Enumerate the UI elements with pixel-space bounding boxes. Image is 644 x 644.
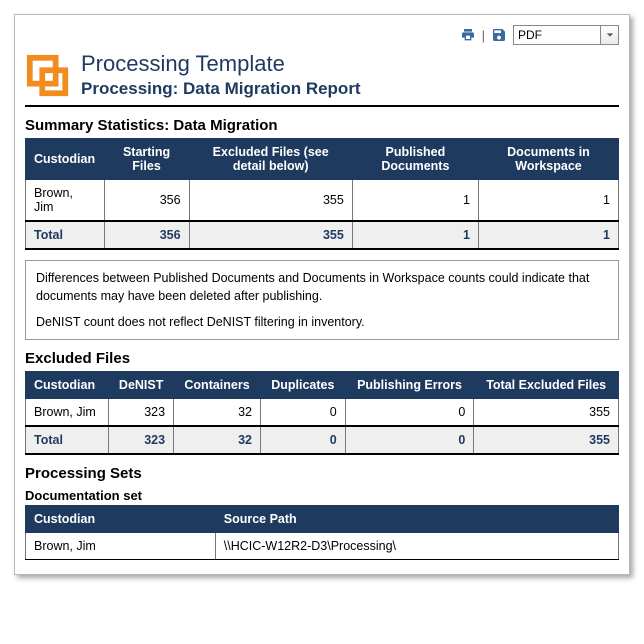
note-text: Differences between Published Documents … [36,269,608,305]
excluded-title: Excluded Files [25,350,619,367]
cell-total: 323 [109,426,174,454]
cell-published: 1 [352,180,478,222]
export-format-value[interactable] [513,25,601,45]
cell-total: 1 [352,221,478,249]
cell-custodian: Brown, Jim [26,533,216,560]
page-title: Processing Template [81,51,361,77]
table-total-row: Total 356 355 1 1 [26,221,619,249]
note-text: DeNIST count does not reflect DeNIST fil… [36,313,608,331]
cell-custodian: Brown, Jim [26,399,109,427]
cell-total: 355 [474,426,619,454]
cell-workspace: 1 [478,180,618,222]
print-icon[interactable] [460,27,476,43]
cell-starting: 356 [104,180,189,222]
export-format-select[interactable] [513,25,619,45]
excluded-table: Custodian DeNIST Containers Duplicates P… [25,371,619,455]
cell: 0 [345,399,474,427]
cell: 0 [260,399,345,427]
toolbar-separator: | [482,28,485,43]
table-row: Brown, Jim \\HCIC-W12R2-D3\Processing\ [26,533,619,560]
col-workspace: Documents in Workspace [478,139,618,180]
report-document: { "toolbar": { "export_format": "PDF" },… [14,14,630,575]
table-row: Brown, Jim 356 355 1 1 [26,180,619,222]
sets-table: Custodian Source Path Brown, Jim \\HCIC-… [25,505,619,560]
col-denist: DeNIST [109,372,174,399]
cell-total: 356 [104,221,189,249]
chevron-down-icon[interactable] [601,25,619,45]
sets-title: Processing Sets [25,465,619,482]
cell: 355 [474,399,619,427]
cell-total: 32 [174,426,261,454]
col-custodian: Custodian [26,372,109,399]
table-row: Brown, Jim 323 32 0 0 355 [26,399,619,427]
set-name: Documentation set [25,488,619,503]
col-custodian: Custodian [26,506,216,533]
col-total-excluded: Total Excluded Files [474,372,619,399]
cell-source-path: \\HCIC-W12R2-D3\Processing\ [215,533,618,560]
summary-table: Custodian Starting Files Excluded Files … [25,138,619,250]
summary-title: Summary Statistics: Data Migration [25,117,619,134]
table-total-row: Total 323 32 0 0 355 [26,426,619,454]
cell-total-label: Total [26,221,105,249]
col-custodian: Custodian [26,139,105,180]
toolbar: | [25,23,619,51]
cell-total: 0 [260,426,345,454]
col-source-path: Source Path [215,506,618,533]
cell: 323 [109,399,174,427]
col-published: Published Documents [352,139,478,180]
cell: 32 [174,399,261,427]
cell-total: 0 [345,426,474,454]
cell-excluded: 355 [189,180,352,222]
note-box: Differences between Published Documents … [25,260,619,340]
cell-custodian: Brown, Jim [26,180,105,222]
logo-icon [25,51,71,99]
cell-total-label: Total [26,426,109,454]
report-header: Processing Template Processing: Data Mig… [25,51,619,107]
cell-total: 355 [189,221,352,249]
cell-total: 1 [478,221,618,249]
col-excluded: Excluded Files (see detail below) [189,139,352,180]
col-pub-errors: Publishing Errors [345,372,474,399]
col-duplicates: Duplicates [260,372,345,399]
col-starting: Starting Files [104,139,189,180]
save-icon[interactable] [491,27,507,43]
page-subtitle: Processing: Data Migration Report [81,79,361,99]
col-containers: Containers [174,372,261,399]
